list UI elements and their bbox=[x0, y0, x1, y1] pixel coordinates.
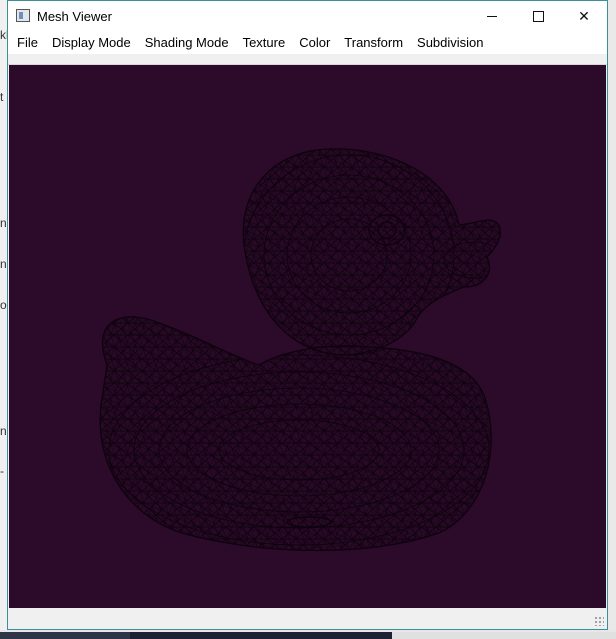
menu-display-mode[interactable]: Display Mode bbox=[45, 32, 138, 54]
maximize-icon bbox=[532, 11, 544, 22]
taskbar-segment bbox=[392, 632, 616, 639]
menu-color[interactable]: Color bbox=[292, 32, 337, 54]
menu-subdivision[interactable]: Subdivision bbox=[410, 32, 491, 54]
close-icon: ✕ bbox=[578, 8, 590, 24]
menu-bar: File Display Mode Shading Mode Texture C… bbox=[8, 32, 607, 54]
minimize-button[interactable] bbox=[469, 1, 515, 32]
menu-file[interactable]: File bbox=[10, 32, 45, 54]
gl-viewport[interactable] bbox=[9, 65, 606, 608]
menu-texture[interactable]: Texture bbox=[236, 32, 293, 54]
title-bar[interactable]: Mesh Viewer ✕ bbox=[8, 1, 607, 32]
maximize-button[interactable] bbox=[515, 1, 561, 32]
minimize-icon bbox=[487, 16, 497, 17]
window-title: Mesh Viewer bbox=[37, 9, 112, 24]
mesh-viewer-window: Mesh Viewer ✕ File Display Mode Shading … bbox=[7, 0, 608, 630]
app-icon bbox=[16, 9, 30, 22]
menu-transform[interactable]: Transform bbox=[337, 32, 410, 54]
status-bar bbox=[8, 608, 607, 629]
taskbar-segment bbox=[0, 632, 130, 639]
toolbar-area bbox=[8, 54, 607, 65]
duck-wireframe bbox=[99, 148, 501, 552]
close-button[interactable]: ✕ bbox=[561, 1, 607, 32]
taskbar-segment bbox=[130, 632, 392, 639]
resize-grip-icon[interactable] bbox=[594, 616, 604, 626]
menu-shading-mode[interactable]: Shading Mode bbox=[138, 32, 236, 54]
